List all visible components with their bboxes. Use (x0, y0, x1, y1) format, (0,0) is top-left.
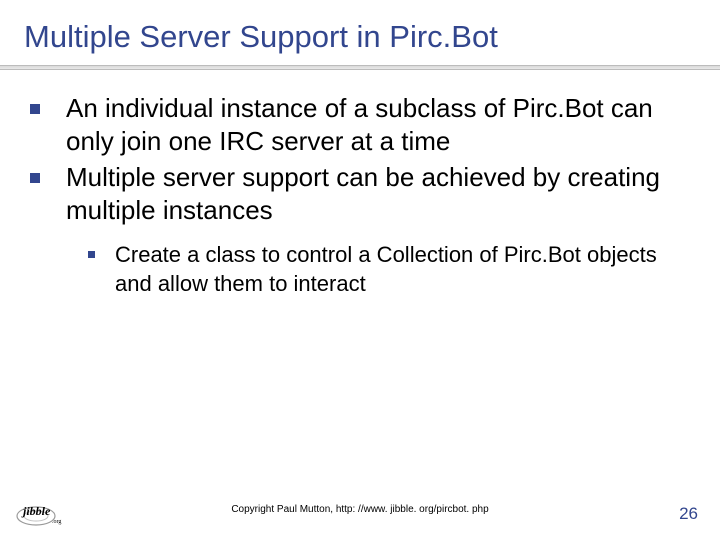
content-area: An individual instance of a subclass of … (24, 92, 696, 298)
footer: jibble .org Copyright Paul Mutton, http:… (0, 492, 720, 526)
slide-title: Multiple Server Support in Pirc.Bot (24, 18, 696, 55)
bullet-item: An individual instance of a subclass of … (30, 92, 690, 159)
sub-bullet-text: Create a class to control a Collection o… (115, 241, 690, 298)
logo: jibble .org (16, 496, 72, 526)
bullet-square-icon (30, 173, 40, 183)
slide: Multiple Server Support in Pirc.Bot An i… (0, 0, 720, 540)
bullet-text: Multiple server support can be achieved … (66, 161, 690, 228)
sub-bullet-item: Create a class to control a Collection o… (88, 241, 690, 298)
logo-text: jibble (21, 504, 51, 518)
bullet-item: Multiple server support can be achieved … (30, 161, 690, 228)
copyright-text: Copyright Paul Mutton, http: //www. jibb… (231, 504, 488, 515)
bullet-square-icon (30, 104, 40, 114)
bullet-square-icon (88, 251, 95, 258)
page-number: 26 (679, 504, 698, 524)
bullet-text: An individual instance of a subclass of … (66, 92, 690, 159)
jibble-logo-icon: jibble .org (16, 496, 72, 526)
logo-subtext: .org (52, 519, 61, 525)
title-divider (0, 65, 720, 70)
